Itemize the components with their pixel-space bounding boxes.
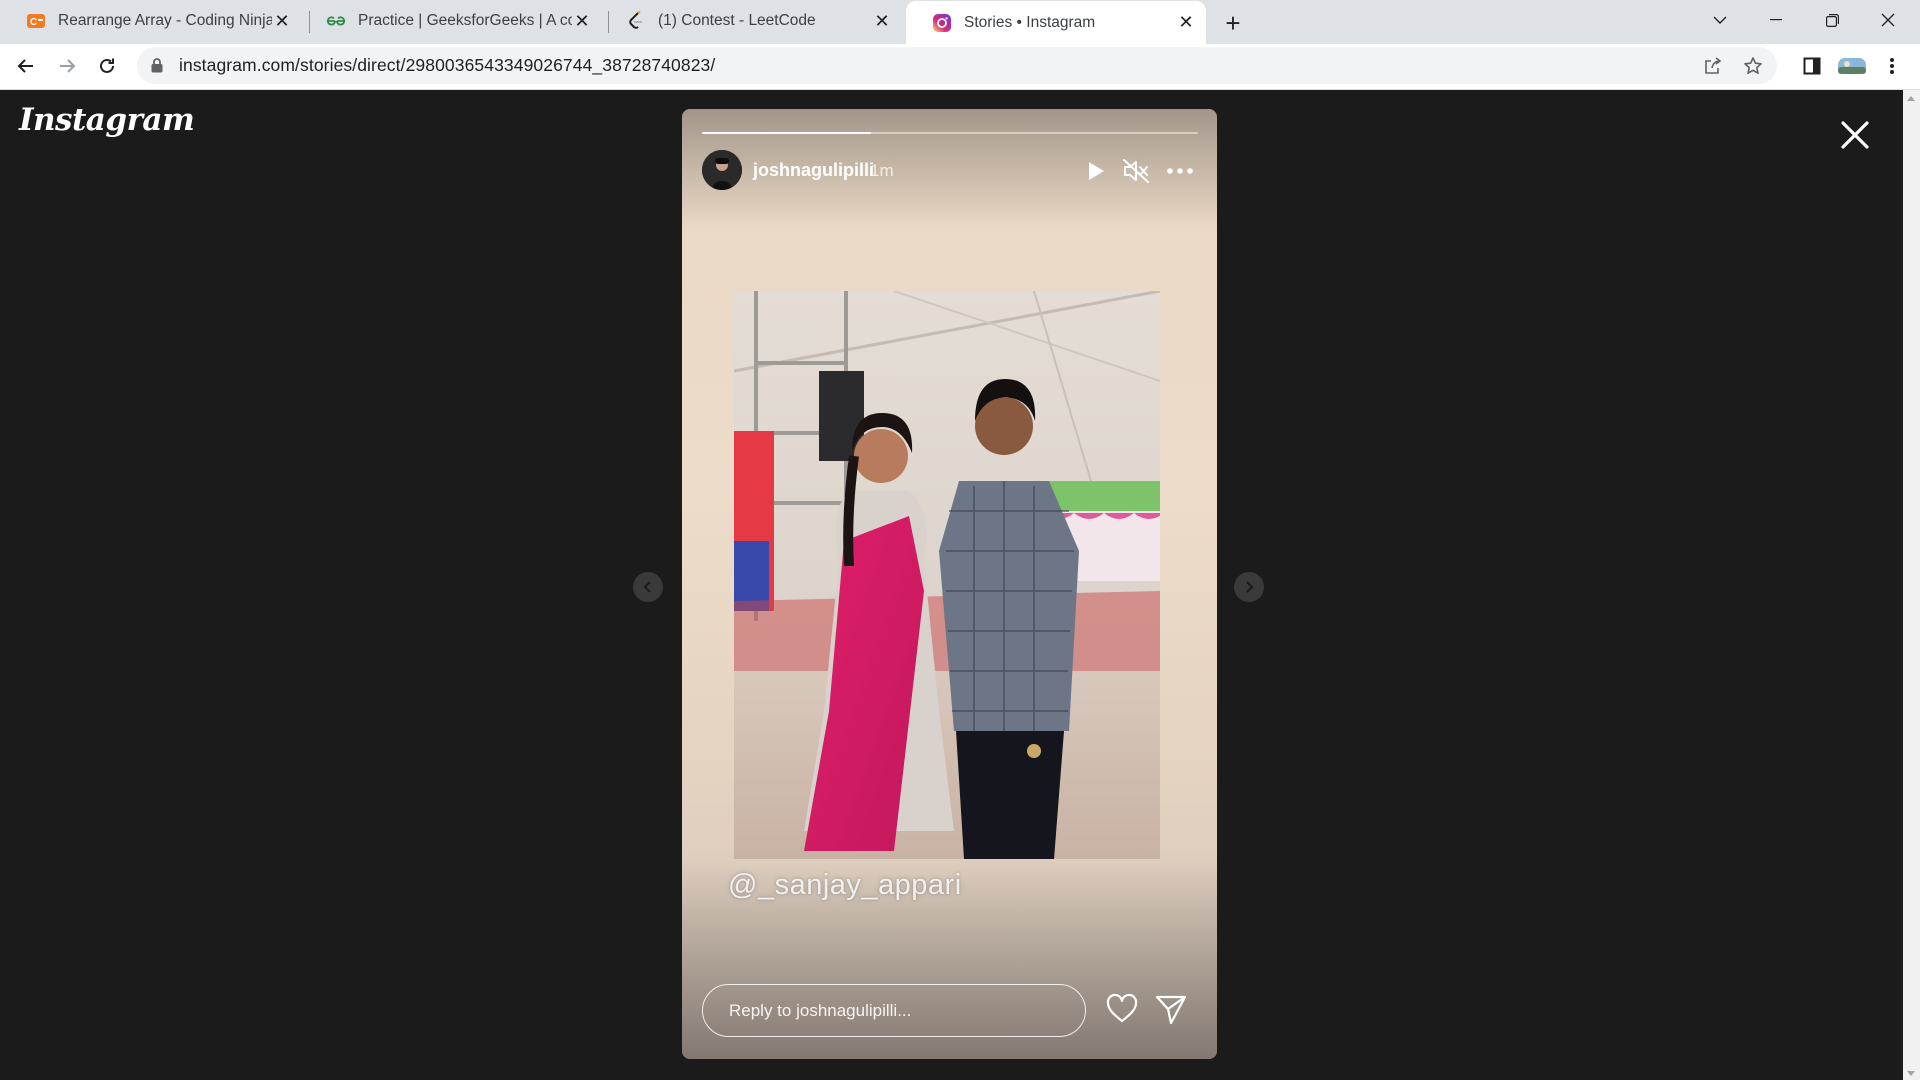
tab-instagram[interactable]: Stories • Instagram ✕ (906, 1, 1206, 44)
play-icon[interactable] (1083, 158, 1109, 184)
restore-icon[interactable] (1804, 0, 1860, 40)
story-header: joshnagulipilli 1m (702, 150, 1198, 190)
close-tab-icon[interactable]: ✕ (272, 11, 292, 31)
tab-title: (1) Contest - LeetCode (658, 12, 816, 29)
reply-input[interactable] (702, 984, 1086, 1037)
share-icon[interactable] (1698, 51, 1728, 81)
geeksforgeeks-icon (326, 11, 346, 31)
tab-title: Practice | GeeksforGeeks | A computer sc… (358, 12, 572, 29)
avatar[interactable] (702, 150, 742, 190)
story-progress-fill (702, 132, 871, 134)
scroll-up-icon[interactable] (1907, 96, 1915, 101)
address-bar[interactable]: instagram.com/stories/direct/29800365433… (137, 47, 1777, 84)
profile-avatar[interactable] (1836, 50, 1868, 82)
tab-strip: C Rearrange Array - Coding Ninjas ✕ Prac… (0, 0, 1920, 44)
back-icon[interactable] (10, 50, 42, 82)
close-window-icon[interactable] (1860, 0, 1916, 40)
menu-kebab-icon[interactable] (1876, 50, 1908, 82)
close-tab-icon[interactable]: ✕ (872, 11, 892, 31)
forward-icon[interactable] (51, 50, 83, 82)
tab-geeksforgeeks[interactable]: Practice | GeeksforGeeks | A computer sc… (300, 0, 602, 42)
story-timestamp: 1m (870, 161, 894, 180)
reload-icon[interactable] (91, 50, 123, 82)
more-options-icon[interactable] (1167, 158, 1193, 184)
close-story-icon[interactable] (1838, 118, 1872, 152)
instagram-icon (932, 13, 952, 33)
story-card[interactable]: joshnagulipilli 1m @_sanjay_appari Reply… (682, 109, 1217, 1059)
mute-icon[interactable] (1123, 158, 1149, 184)
story-username[interactable]: joshnagulipilli (753, 160, 874, 181)
leetcode-icon (626, 11, 646, 31)
lock-icon[interactable] (151, 58, 165, 74)
tab-search-icon[interactable] (1692, 0, 1748, 40)
story-photo (734, 291, 1160, 859)
browser-toolbar: instagram.com/stories/direct/29800365433… (0, 44, 1920, 90)
instagram-logo[interactable]: Instagram (19, 102, 195, 138)
scroll-down-icon[interactable] (1907, 1071, 1915, 1076)
bookmark-star-icon[interactable] (1738, 51, 1768, 81)
story-mention-sticker[interactable]: @_sanjay_appari (728, 869, 962, 902)
new-tab-button[interactable]: + (1218, 8, 1248, 38)
stories-viewer: Instagram joshnagulipilli 1m @_sanjay_ap… (0, 90, 1920, 1080)
tab-coding-ninjas[interactable]: C Rearrange Array - Coding Ninjas ✕ (0, 0, 302, 42)
tab-title: Stories • Instagram (964, 13, 1096, 31)
previous-story-button[interactable] (633, 572, 663, 602)
story-progress-bar (702, 132, 1198, 134)
page-scrollbar[interactable] (1903, 90, 1920, 1080)
tab-title: Rearrange Array - Coding Ninjas (58, 12, 272, 29)
close-tab-icon[interactable]: ✕ (572, 11, 592, 31)
send-icon[interactable] (1154, 992, 1188, 1026)
close-tab-icon[interactable]: ✕ (1176, 12, 1196, 33)
tab-leetcode[interactable]: (1) Contest - LeetCode ✕ (600, 0, 902, 42)
url-text[interactable]: instagram.com/stories/direct/29800365433… (179, 55, 715, 76)
next-story-button[interactable] (1234, 572, 1264, 602)
heart-icon[interactable] (1105, 992, 1139, 1026)
side-panel-icon[interactable] (1796, 50, 1828, 82)
svg-text:C: C (30, 17, 37, 28)
coding-ninjas-icon: C (26, 11, 46, 31)
minimize-icon[interactable] (1748, 0, 1804, 40)
